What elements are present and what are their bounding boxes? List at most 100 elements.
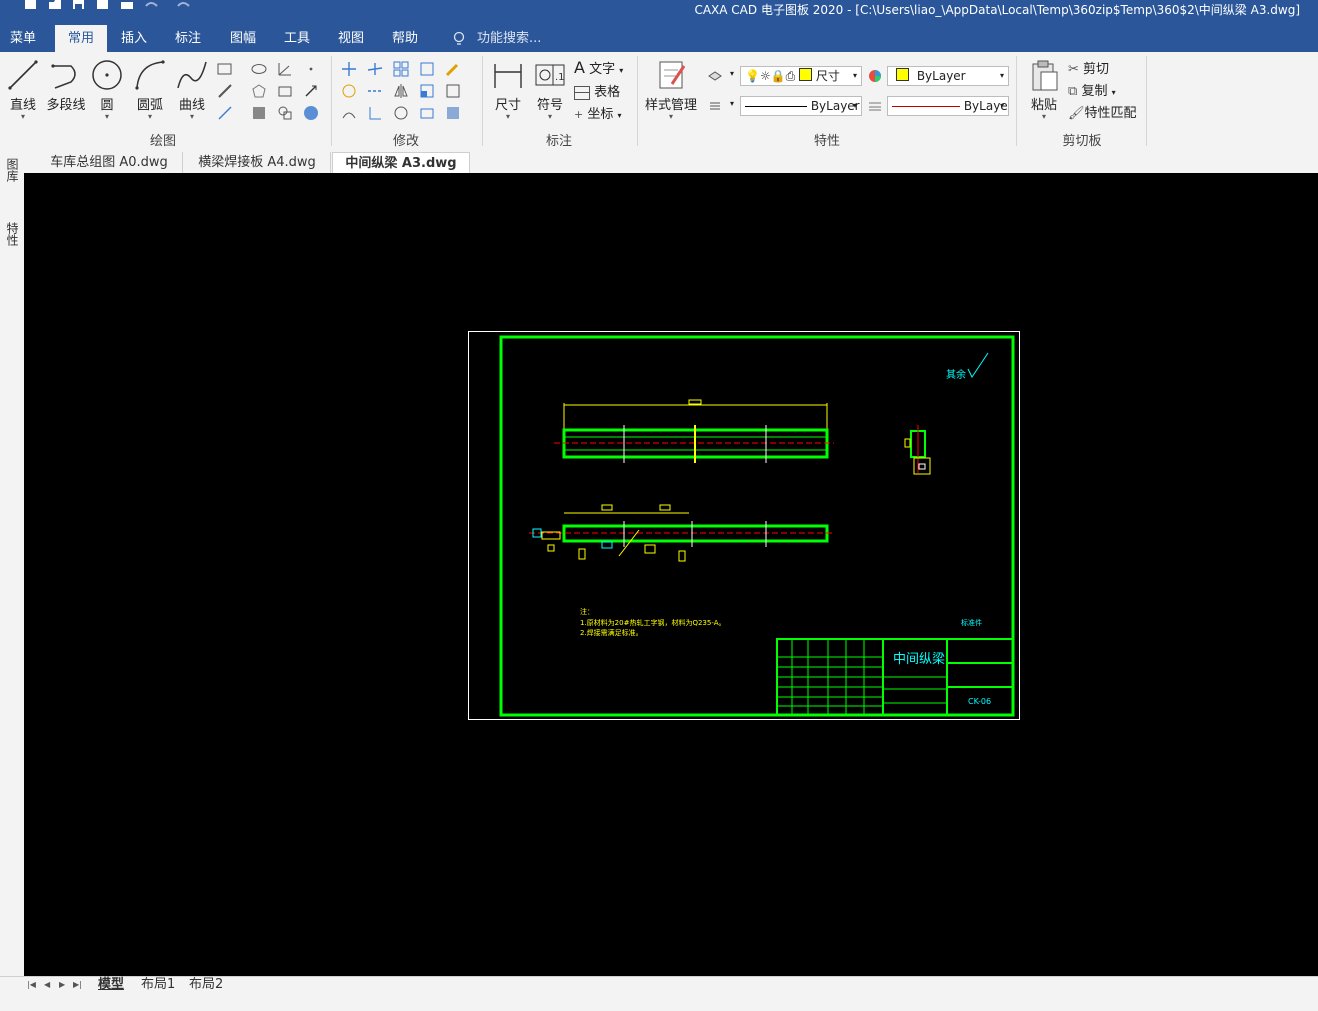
- move-icon[interactable]: [340, 60, 358, 78]
- save-as-icon[interactable]: [96, 0, 110, 10]
- coordinate-button[interactable]: + 坐标 ▾: [574, 103, 622, 122]
- side-tab-library[interactable]: 图库: [4, 158, 21, 182]
- layer-color-swatch: [799, 68, 813, 81]
- explode-icon[interactable]: [418, 104, 436, 122]
- hatch-arrow-icon[interactable]: [302, 82, 320, 100]
- cut-button[interactable]: ✂ 剪切: [1068, 58, 1109, 77]
- fillet-icon[interactable]: [366, 104, 384, 122]
- next-layout-icon[interactable]: ▶: [59, 980, 65, 989]
- mirror-icon[interactable]: [392, 82, 410, 100]
- centerline-icon[interactable]: [276, 82, 294, 100]
- open-file-icon[interactable]: [48, 0, 62, 10]
- tab-tools[interactable]: 工具: [277, 25, 317, 52]
- undo-icon[interactable]: ▾: [144, 0, 158, 10]
- scale-icon[interactable]: [418, 82, 436, 100]
- table-button[interactable]: 表格: [574, 81, 620, 100]
- save-icon[interactable]: [72, 0, 86, 10]
- extend-icon[interactable]: [366, 82, 384, 100]
- symbol-button[interactable]: .1 符号 ▾: [532, 58, 568, 121]
- side-tab-properties[interactable]: 特性: [4, 222, 21, 246]
- point-icon[interactable]: [302, 60, 320, 78]
- print-icon[interactable]: [120, 0, 134, 10]
- layer-manager-icon[interactable]: [706, 67, 724, 85]
- drawing-canvas[interactable]: 其余 注： 1.原材料为20#热轧工字钢，材料为Q235-A。 2.焊接需满足标…: [24, 173, 1318, 976]
- coordinate-icon: +: [574, 108, 584, 121]
- drawing-svg: 其余 注： 1.原材料为20#热轧工字钢，材料为Q235-A。 2.焊接需满足标…: [468, 331, 1020, 720]
- tab-view[interactable]: 视图: [331, 25, 371, 52]
- group-label-properties: 特性: [813, 134, 840, 149]
- layout-tab-model[interactable]: 模型: [98, 977, 124, 993]
- lightbulb-icon: [453, 31, 465, 45]
- layer-dropdown-arrow[interactable]: ▾: [730, 69, 734, 78]
- construction-line-icon[interactable]: [216, 104, 234, 122]
- tab-frame[interactable]: 图幅: [223, 25, 263, 52]
- rotate-icon[interactable]: [340, 82, 358, 100]
- ribbon: 直线 ▾ 多段线 圆 ▾ 圆弧 ▾ 曲线 ▾ 绘图 修改 尺寸 ▾ .1 符号 …: [0, 52, 1318, 151]
- function-search-input[interactable]: 功能搜索...: [477, 25, 541, 52]
- document-tabs: 车库总组图 A0.dwg 横梁焊接板 A4.dwg 中间纵梁 A3.dwg ×: [24, 150, 1318, 192]
- layout-tab-layout1[interactable]: 布局1: [141, 977, 175, 993]
- copy-shape-icon[interactable]: [418, 60, 436, 78]
- style-manager-button[interactable]: 样式管理 ▾: [642, 58, 700, 121]
- doc-tab-crossbeam-plate[interactable]: 横梁焊接板 A4.dwg: [184, 152, 331, 173]
- linetype-list-icon[interactable]: [706, 97, 724, 115]
- angle-line-icon[interactable]: [276, 60, 294, 78]
- hatch-icon[interactable]: [250, 104, 268, 122]
- tab-insert[interactable]: 插入: [114, 25, 154, 52]
- block-icon[interactable]: [276, 104, 294, 122]
- prev-layout-icon[interactable]: ◀: [44, 980, 50, 989]
- copy-button[interactable]: ⧉ 复制 ▾: [1068, 80, 1116, 99]
- curve-button[interactable]: 曲线 ▾: [174, 58, 210, 121]
- arc-button[interactable]: 圆弧 ▾: [132, 58, 168, 121]
- break-icon[interactable]: [392, 104, 410, 122]
- linetype-select[interactable]: ByLayer ▾: [740, 96, 862, 116]
- group-separator: [637, 56, 638, 146]
- note-line-2: 2.焊接需满足标准。: [580, 628, 643, 637]
- array-icon[interactable]: [392, 60, 410, 78]
- layout-tab-layout2[interactable]: 布局2: [189, 977, 223, 993]
- tab-menu[interactable]: 菜单: [4, 25, 42, 52]
- drawing-number: CK-06: [968, 697, 991, 706]
- doc-tab-middle-beam[interactable]: 中间纵梁 A3.dwg ×: [332, 152, 470, 192]
- stretch-icon[interactable]: [444, 82, 462, 100]
- property-edit-icon[interactable]: [444, 104, 462, 122]
- text-button[interactable]: A 文字 ▾: [574, 58, 623, 77]
- linetype-dropdown-arrow[interactable]: ▾: [730, 99, 734, 108]
- offset-icon[interactable]: [340, 104, 358, 122]
- pencil-icon[interactable]: [444, 60, 462, 78]
- roughness-symbol: [967, 352, 989, 378]
- redo-icon[interactable]: ▾: [176, 0, 190, 10]
- chevron-down-icon: ▾: [852, 101, 857, 110]
- layer-select[interactable]: 💡☼🔒⎙ 尺寸 ▾: [740, 66, 862, 86]
- side-panel-bar: 图库 特性: [0, 150, 25, 976]
- parallel-line-icon[interactable]: [216, 82, 234, 100]
- color-select[interactable]: ByLayer ▾: [887, 66, 1009, 86]
- rectangle-icon[interactable]: [216, 60, 234, 78]
- first-layout-icon[interactable]: |◀: [27, 980, 36, 989]
- tab-help[interactable]: 帮助: [385, 25, 425, 52]
- group-label-annotate: 标注: [545, 134, 572, 149]
- polygon-icon[interactable]: [250, 82, 268, 100]
- paste-button[interactable]: 粘贴 ▾: [1026, 58, 1062, 121]
- line-button[interactable]: 直线 ▾: [6, 58, 40, 121]
- trim-icon[interactable]: [366, 60, 384, 78]
- last-layout-icon[interactable]: ▶|: [73, 980, 82, 989]
- title-block: 中间纵梁 CK-06: [776, 638, 1014, 716]
- polyline-icon: [51, 64, 76, 89]
- doc-tab-garage-assembly[interactable]: 车库总组图 A0.dwg: [36, 152, 183, 173]
- lineweight-select[interactable]: ByLaye ▾: [887, 96, 1009, 116]
- circle-button[interactable]: 圆 ▾: [90, 58, 124, 121]
- ellipse-icon[interactable]: [250, 60, 268, 78]
- tab-home[interactable]: 常用: [55, 25, 107, 52]
- pie-icon[interactable]: [302, 104, 320, 122]
- group-label-draw: 绘图: [149, 134, 176, 149]
- new-file-icon[interactable]: [24, 0, 38, 10]
- tab-annotate[interactable]: 标注: [168, 25, 208, 52]
- match-properties-button[interactable]: 🖌特性匹配: [1068, 102, 1137, 121]
- lineweight-preview: [892, 106, 960, 107]
- polyline-button[interactable]: 多段线: [44, 58, 88, 113]
- group-separator: [331, 56, 332, 146]
- color-wheel-icon[interactable]: [866, 67, 884, 85]
- lineweight-icon[interactable]: [866, 97, 884, 115]
- dimension-button[interactable]: 尺寸 ▾: [490, 58, 526, 121]
